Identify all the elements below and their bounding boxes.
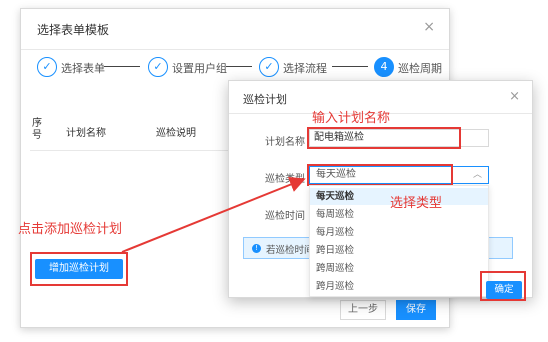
screenshot-stage: 选择表单模板 × ✓ 选择表单 ✓ 设置用户组 ✓ 选择流程 4 巡检周期 序号… bbox=[0, 0, 548, 342]
annotation-arrow bbox=[121, 177, 306, 253]
